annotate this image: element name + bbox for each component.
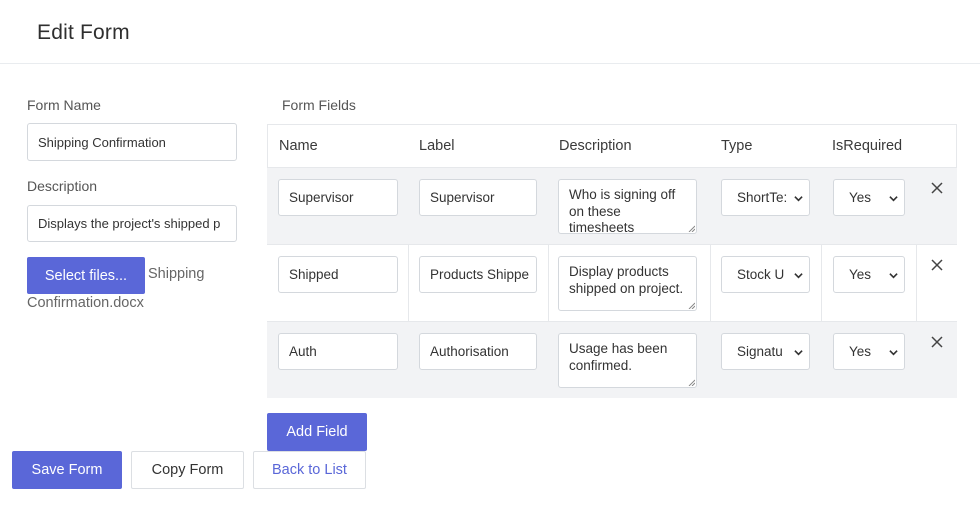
table-header: Name Label Description Type IsRequired <box>267 124 957 167</box>
form-fields-table: Name Label Description Type IsRequired S… <box>267 124 957 399</box>
column-header-name: Name <box>279 138 318 154</box>
close-icon[interactable] <box>930 335 944 349</box>
resize-grip-icon[interactable] <box>688 379 695 386</box>
chevron-down-icon <box>889 196 898 202</box>
field-label-input[interactable]: Supervisor <box>419 179 537 216</box>
resize-grip-icon[interactable] <box>688 225 695 232</box>
back-to-list-link[interactable]: Back to List <box>253 451 366 489</box>
resize-grip-icon[interactable] <box>688 302 695 309</box>
field-required-select[interactable]: Yes <box>833 333 905 370</box>
field-type-select[interactable]: Stock U <box>721 256 810 293</box>
copy-form-button[interactable]: Copy Form <box>131 451 244 489</box>
field-label-input[interactable]: Products Shippe <box>419 256 537 293</box>
table-row: Auth Authorisation Usage has been confir… <box>267 321 957 398</box>
column-header-type: Type <box>721 138 753 154</box>
field-required-select[interactable]: Yes <box>833 179 905 216</box>
add-field-button[interactable]: Add Field <box>267 413 367 451</box>
field-name-input[interactable]: Supervisor <box>278 179 398 216</box>
field-required-value: Yes <box>849 267 872 282</box>
field-required-select[interactable]: Yes <box>833 256 905 293</box>
field-required-value: Yes <box>849 190 872 205</box>
field-label-input[interactable]: Authorisation <box>419 333 537 370</box>
field-description-textarea[interactable]: Display products shipped on project. <box>558 256 697 311</box>
chevron-down-icon <box>794 196 803 202</box>
field-type-select[interactable]: Signatu <box>721 333 810 370</box>
page-title: Edit Form <box>37 21 130 44</box>
field-description-text: Usage has been confirmed. <box>569 341 668 373</box>
field-description-textarea[interactable]: Usage has been confirmed. <box>558 333 697 388</box>
column-header-label: Label <box>419 138 455 154</box>
uploaded-file-name-continued: Confirmation.docx <box>27 295 144 311</box>
table-row: Shipped Products Shippe Display products… <box>267 244 957 322</box>
field-description-textarea[interactable]: Who is signing off on these timesheets <box>558 179 697 234</box>
column-header-isrequired: IsRequired <box>832 138 903 154</box>
field-name-input[interactable]: Shipped <box>278 256 398 293</box>
close-icon[interactable] <box>930 181 944 195</box>
chevron-down-icon <box>794 273 803 279</box>
table-row: Supervisor Supervisor Who is signing off… <box>267 167 957 244</box>
field-name-input[interactable]: Auth <box>278 333 398 370</box>
chevron-down-icon <box>889 350 898 356</box>
description-label: Description <box>27 178 98 194</box>
page-header: Edit Form <box>0 0 980 64</box>
field-description-text: Display products shipped on project. <box>569 264 684 296</box>
field-type-select[interactable]: ShortTe: <box>721 179 810 216</box>
chevron-down-icon <box>889 273 898 279</box>
form-fields-label: Form Fields <box>282 97 356 113</box>
form-name-label: Form Name <box>27 97 101 113</box>
field-type-value: Stock U <box>737 267 785 282</box>
form-name-input[interactable]: Shipping Confirmation <box>27 123 237 161</box>
uploaded-file-name: Shipping <box>148 266 205 282</box>
field-type-value: ShortTe: <box>737 190 788 205</box>
close-icon[interactable] <box>930 258 944 272</box>
chevron-down-icon <box>794 350 803 356</box>
field-type-value: Signatu <box>737 344 783 359</box>
description-input[interactable]: Displays the project's shipped p <box>27 205 237 242</box>
field-required-value: Yes <box>849 344 872 359</box>
column-header-description: Description <box>559 138 632 154</box>
save-form-button[interactable]: Save Form <box>12 451 122 489</box>
field-description-text: Who is signing off on these timesheets <box>569 187 676 234</box>
